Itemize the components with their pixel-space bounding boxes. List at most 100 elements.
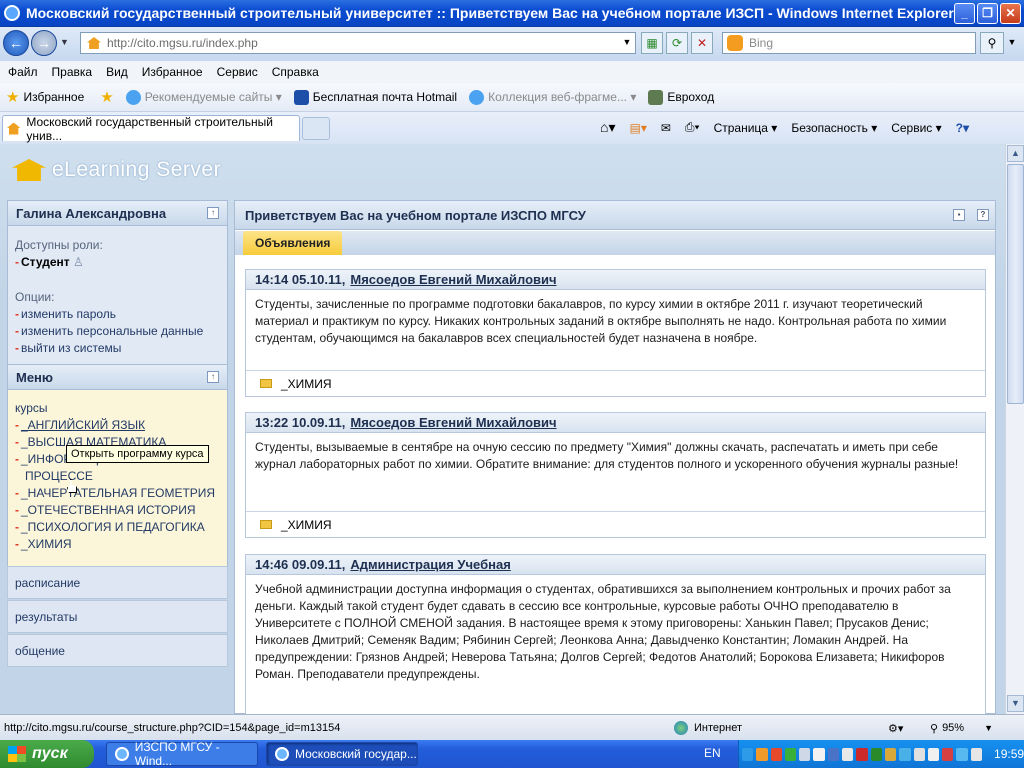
role-item[interactable]: - Студент ♙ — [15, 255, 84, 269]
minimize-button[interactable]: _ — [954, 3, 975, 24]
zoom-control[interactable]: ⚲ 95% ▼ — [930, 719, 993, 737]
safety-menu[interactable]: Безопасность ▾ — [791, 121, 877, 135]
tray-icon[interactable] — [842, 747, 854, 761]
refresh-icon[interactable]: ⟳ — [666, 32, 688, 54]
tray-icon[interactable] — [942, 747, 954, 761]
clock[interactable]: 19:59 — [994, 747, 1024, 761]
print-icon[interactable]: ⎙▾ — [685, 120, 700, 135]
logout-link[interactable]: - выйти из системы — [15, 341, 121, 355]
tab-announcements[interactable]: Объявления — [243, 231, 343, 255]
start-button[interactable]: пуск — [0, 740, 94, 768]
page-menu[interactable]: Страница ▾ — [714, 121, 778, 135]
back-button[interactable]: ← — [3, 30, 29, 56]
pin-icon[interactable]: ↑ — [207, 207, 219, 219]
address-field[interactable]: http://cito.mgsu.ru/index.php — [80, 32, 636, 54]
menu-help[interactable]: Справка — [272, 65, 319, 79]
fav-web-slices[interactable]: Коллекция веб-фрагме... ▾ — [469, 89, 637, 105]
change-personal-data-link[interactable]: - изменить персональные данные — [15, 324, 203, 338]
tray-icon[interactable] — [856, 747, 868, 761]
schedule-link[interactable]: расписание — [7, 566, 228, 599]
taskbar-window-2[interactable]: Московский государ... — [266, 742, 418, 766]
announcement-course[interactable]: _ХИМИЯ — [246, 511, 985, 537]
close-button[interactable]: ✕ — [1000, 3, 1021, 24]
search-icon[interactable]: ⚲ — [980, 32, 1004, 54]
course-label: _АНГЛИЙСКИЙ ЯЗЫК — [21, 418, 146, 432]
tray-icon[interactable] — [884, 747, 897, 761]
course-link-info-cont[interactable]: ПРОЦЕССЕ — [25, 469, 93, 483]
browser-tab[interactable]: Московский государственный строительный … — [2, 115, 300, 143]
forward-button[interactable]: → — [31, 30, 57, 56]
new-tab-button[interactable] — [302, 117, 330, 140]
course-link-chemistry[interactable]: - _ХИМИЯ — [15, 537, 72, 551]
course-link-history[interactable]: - _ОТЕЧЕСТВЕННАЯ ИСТОРИЯ — [15, 503, 196, 517]
security-zone[interactable]: Интернет — [674, 719, 742, 737]
menu-view[interactable]: Вид — [106, 65, 128, 79]
address-dropdown-icon[interactable]: ▼ — [619, 32, 635, 54]
stop-icon[interactable]: ✕ — [691, 32, 713, 54]
favorites-button[interactable]: ★ Избранное — [0, 88, 84, 106]
fav-suggested-sites[interactable]: Рекомендуемые сайты ▾ — [125, 89, 282, 105]
panel-help-icon[interactable]: ? — [977, 209, 989, 221]
option-label: изменить персональные данные — [21, 324, 204, 338]
results-link[interactable]: результаты — [7, 600, 228, 633]
maximize-button[interactable]: ❐ — [977, 3, 998, 24]
pin-icon[interactable]: ↑ — [207, 371, 219, 383]
tray-icon[interactable] — [913, 747, 925, 761]
announcement-course[interactable]: _ХИМИЯ — [246, 370, 985, 396]
mail-icon[interactable]: ✉ — [661, 121, 671, 135]
site-logo[interactable]: eLearning Server — [12, 158, 221, 182]
courses-label[interactable]: курсы — [15, 401, 48, 415]
history-dropdown-icon[interactable]: ▼ — [60, 37, 69, 47]
logo-text: eLearning Server — [52, 158, 222, 181]
msn-icon — [293, 89, 309, 105]
fav-label: Коллекция веб-фрагме... ▾ — [488, 90, 637, 104]
announcement-author-link[interactable]: Администрация Учебная — [350, 557, 510, 572]
tray-icon[interactable] — [799, 747, 811, 761]
panel-options-icon[interactable]: ▪ — [953, 209, 965, 221]
course-label: _ОТЕЧЕСТВЕННАЯ ИСТОРИЯ — [21, 503, 196, 517]
tray-icon[interactable] — [899, 747, 911, 761]
course-link-geometry[interactable]: - _НАЧЕРТАТЕЛЬНАЯ ГЕОМЕТРИЯ — [15, 486, 215, 500]
tray-icon[interactable] — [742, 747, 754, 761]
tray-icon[interactable] — [927, 747, 940, 761]
scroll-down-icon[interactable]: ▼ — [1007, 695, 1024, 712]
course-link-psychology[interactable]: - _ПСИХОЛОГИЯ И ПЕДАГОГИКА — [15, 520, 205, 534]
menu-tools[interactable]: Сервис — [217, 65, 258, 79]
tools-menu[interactable]: Сервис ▾ — [891, 121, 941, 135]
add-favorite-button[interactable]: ★ — [100, 88, 113, 106]
ie-icon — [115, 747, 129, 761]
person-icon: ♙ — [72, 255, 84, 269]
taskbar-window-1[interactable]: ИЗСПО МГСУ - Wind... — [106, 740, 258, 768]
communication-link[interactable]: общение — [7, 634, 228, 667]
home-icon[interactable]: ⌂▾ — [600, 119, 615, 136]
protected-mode-icon[interactable]: ⚙▾ — [888, 719, 903, 737]
compatibility-icon[interactable]: ▦ — [641, 32, 663, 54]
feeds-icon[interactable]: ▤▾ — [629, 121, 646, 135]
fav-evrohod[interactable]: Евроход — [648, 89, 714, 105]
tray-icon[interactable] — [813, 747, 825, 761]
vertical-scrollbar[interactable]: ▲ ▼ — [1005, 144, 1024, 714]
menu-favorites[interactable]: Избранное — [142, 65, 203, 79]
announcement-author-link[interactable]: Мясоедов Евгений Михайлович — [350, 272, 556, 287]
announcement-author-link[interactable]: Мясоедов Евгений Михайлович — [350, 415, 556, 430]
window-title-bar[interactable]: Московский государственный строительный … — [0, 0, 1024, 27]
favorites-label: Избранное — [23, 90, 85, 104]
menu-edit[interactable]: Правка — [52, 65, 93, 79]
scroll-thumb[interactable] — [1007, 164, 1024, 404]
fav-hotmail[interactable]: Бесплатная почта Hotmail — [293, 89, 457, 105]
tray-icon[interactable] — [970, 747, 983, 761]
tray-icon[interactable] — [756, 747, 768, 761]
search-input[interactable]: Bing — [722, 32, 976, 54]
scroll-up-icon[interactable]: ▲ — [1007, 145, 1024, 162]
change-password-link[interactable]: - изменить пароль — [15, 307, 116, 321]
tray-icon[interactable] — [870, 747, 882, 761]
language-indicator[interactable]: EN — [704, 746, 721, 760]
help-icon[interactable]: ?▾ — [956, 121, 969, 135]
search-dropdown-icon[interactable]: ▼ — [1005, 32, 1019, 54]
tray-icon[interactable] — [956, 747, 968, 761]
course-link-english[interactable]: - _АНГЛИЙСКИЙ ЯЗЫК — [15, 418, 145, 432]
menu-file[interactable]: Файл — [8, 65, 38, 79]
tray-icon[interactable] — [770, 747, 782, 761]
tray-icon[interactable] — [784, 747, 797, 761]
tray-icon[interactable] — [827, 747, 840, 761]
